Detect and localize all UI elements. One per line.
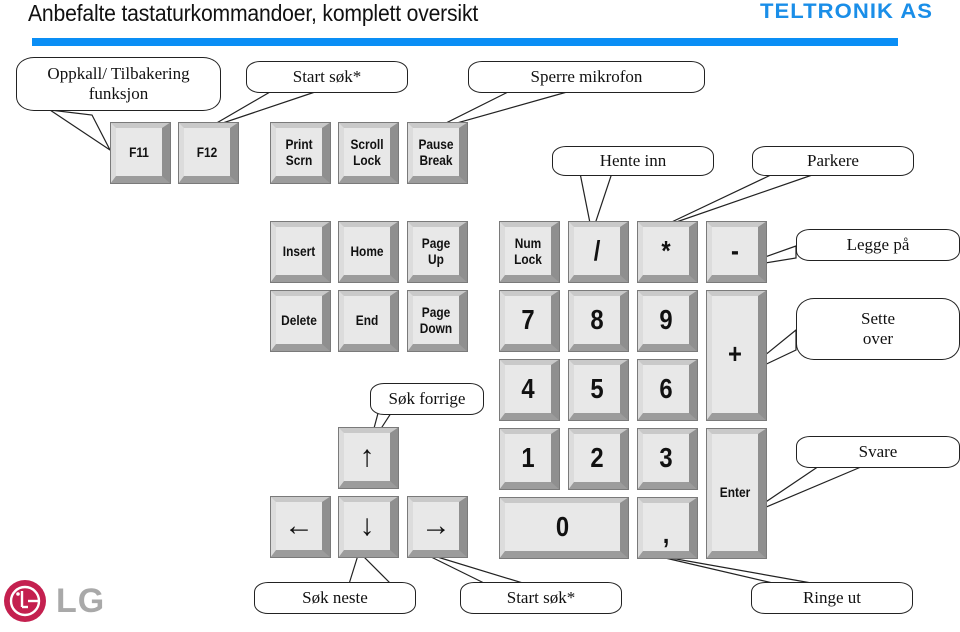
callout-hang-up: Legge på [796, 229, 960, 261]
key-5[interactable]: 5 [568, 359, 629, 421]
key-6-label: 6 [659, 372, 673, 404]
key-f12-label: F12 [196, 143, 218, 160]
key-home-label: Home [350, 242, 384, 259]
arrow-up-icon: ↑ [359, 439, 375, 473]
key-arrow-up[interactable]: ↑ [338, 427, 399, 489]
callout-dial-out: Ringe ut [751, 582, 913, 614]
callout-mute-mic: Sperre mikrofon [468, 61, 705, 93]
callout-search-next: Søk neste [254, 582, 416, 614]
key-page-up[interactable]: Page Up [407, 221, 468, 283]
key-3-label: 3 [659, 441, 673, 473]
callout-dial-out-text: Ringe ut [802, 587, 862, 607]
arrow-right-icon: → [421, 508, 451, 542]
arrow-down-icon: ↓ [359, 508, 375, 542]
callout-mute-mic-text: Sperre mikrofon [530, 66, 643, 86]
key-divide[interactable]: / [568, 221, 629, 283]
key-delete-label: Delete [281, 311, 317, 328]
key-arrow-left[interactable]: ← [270, 496, 331, 558]
key-minus-label: - [731, 234, 739, 266]
callout-park: Parkere [752, 146, 914, 176]
tail-recall [49, 109, 112, 152]
key-minus[interactable]: - [706, 221, 767, 283]
key-4-label: 4 [521, 372, 535, 404]
key-1-label: 1 [521, 441, 535, 473]
key-enter-label: Enter [719, 484, 751, 501]
lg-logo-text: LG [56, 582, 106, 620]
callout-start-search-bottom-text: Start søk* [506, 587, 576, 607]
key-insert[interactable]: Insert [270, 221, 331, 283]
key-page-up-label: Page Up [421, 234, 451, 267]
key-f12[interactable]: F12 [178, 122, 239, 184]
key-pause-break[interactable]: Pause Break [407, 122, 468, 184]
callout-retrieve: Hente inn [552, 146, 714, 176]
key-page-down-label: Page Down [419, 303, 453, 336]
key-9[interactable]: 9 [637, 290, 698, 352]
key-end-label: End [355, 311, 379, 328]
key-num-lock[interactable]: Num Lock [499, 221, 560, 283]
key-4[interactable]: 4 [499, 359, 560, 421]
callout-recall: Oppkall/ Tilbakering funksjon [16, 57, 221, 111]
key-f11[interactable]: F11 [110, 122, 171, 184]
key-home[interactable]: Home [338, 221, 399, 283]
arrow-left-icon: ← [284, 508, 314, 542]
key-enter[interactable]: Enter [706, 428, 767, 559]
key-2-label: 2 [590, 441, 604, 473]
key-end[interactable]: End [338, 290, 399, 352]
tail-park [658, 172, 819, 229]
key-plus-label: + [728, 338, 742, 370]
key-decimal[interactable]: , [637, 497, 698, 559]
callout-start-search-top: Start søk* [246, 61, 408, 93]
lg-logo: LG [2, 578, 112, 624]
key-divide-label: / [593, 234, 601, 266]
callout-answer-text: Svare [858, 441, 898, 461]
callout-transfer-text: Sette over [861, 308, 895, 348]
callout-start-search-top-text: Start søk* [292, 66, 362, 86]
key-arrow-down[interactable]: ↓ [338, 496, 399, 558]
lg-logo-icon [4, 580, 46, 622]
key-insert-label: Insert [282, 242, 316, 259]
callout-park-text: Parkere [807, 150, 859, 170]
key-page-down[interactable]: Page Down [407, 290, 468, 352]
key-num-lock-label: Num Lock [514, 234, 542, 267]
callout-transfer: Sette over [796, 298, 960, 360]
key-0[interactable]: 0 [499, 497, 629, 559]
callout-hang-up-text: Legge på [846, 234, 910, 254]
key-1[interactable]: 1 [499, 428, 560, 490]
callout-start-search-bottom: Start søk* [460, 582, 622, 614]
key-2[interactable]: 2 [568, 428, 629, 490]
key-print-scrn-label: Print Scrn [285, 135, 313, 168]
key-decimal-label: , [662, 517, 670, 549]
key-8-label: 8 [590, 303, 604, 335]
callout-retrieve-text: Hente inn [599, 150, 667, 170]
key-6[interactable]: 6 [637, 359, 698, 421]
key-delete[interactable]: Delete [270, 290, 331, 352]
key-pause-break-label: Pause Break [418, 135, 454, 168]
key-arrow-right[interactable]: → [407, 496, 468, 558]
key-9-label: 9 [659, 303, 673, 335]
key-3[interactable]: 3 [637, 428, 698, 490]
callout-recall-text: Oppkall/ Tilbakering funksjon [47, 63, 190, 103]
key-5-label: 5 [590, 372, 604, 404]
key-f11-label: F11 [129, 143, 149, 160]
callout-search-prev-text: Søk forrige [388, 388, 466, 408]
key-8[interactable]: 8 [568, 290, 629, 352]
key-0-label: 0 [555, 510, 570, 542]
callout-search-next-text: Søk neste [302, 587, 368, 607]
key-multiply[interactable]: * [637, 221, 698, 283]
key-7[interactable]: 7 [499, 290, 560, 352]
key-print-scrn[interactable]: Print Scrn [270, 122, 331, 184]
key-plus[interactable]: + [706, 290, 767, 421]
callout-search-prev: Søk forrige [370, 383, 484, 415]
key-7-label: 7 [521, 303, 535, 335]
key-scroll-lock-label: Scroll Lock [350, 135, 384, 168]
callout-answer: Svare [796, 436, 960, 468]
key-scroll-lock[interactable]: Scroll Lock [338, 122, 399, 184]
key-multiply-label: * [661, 234, 671, 266]
